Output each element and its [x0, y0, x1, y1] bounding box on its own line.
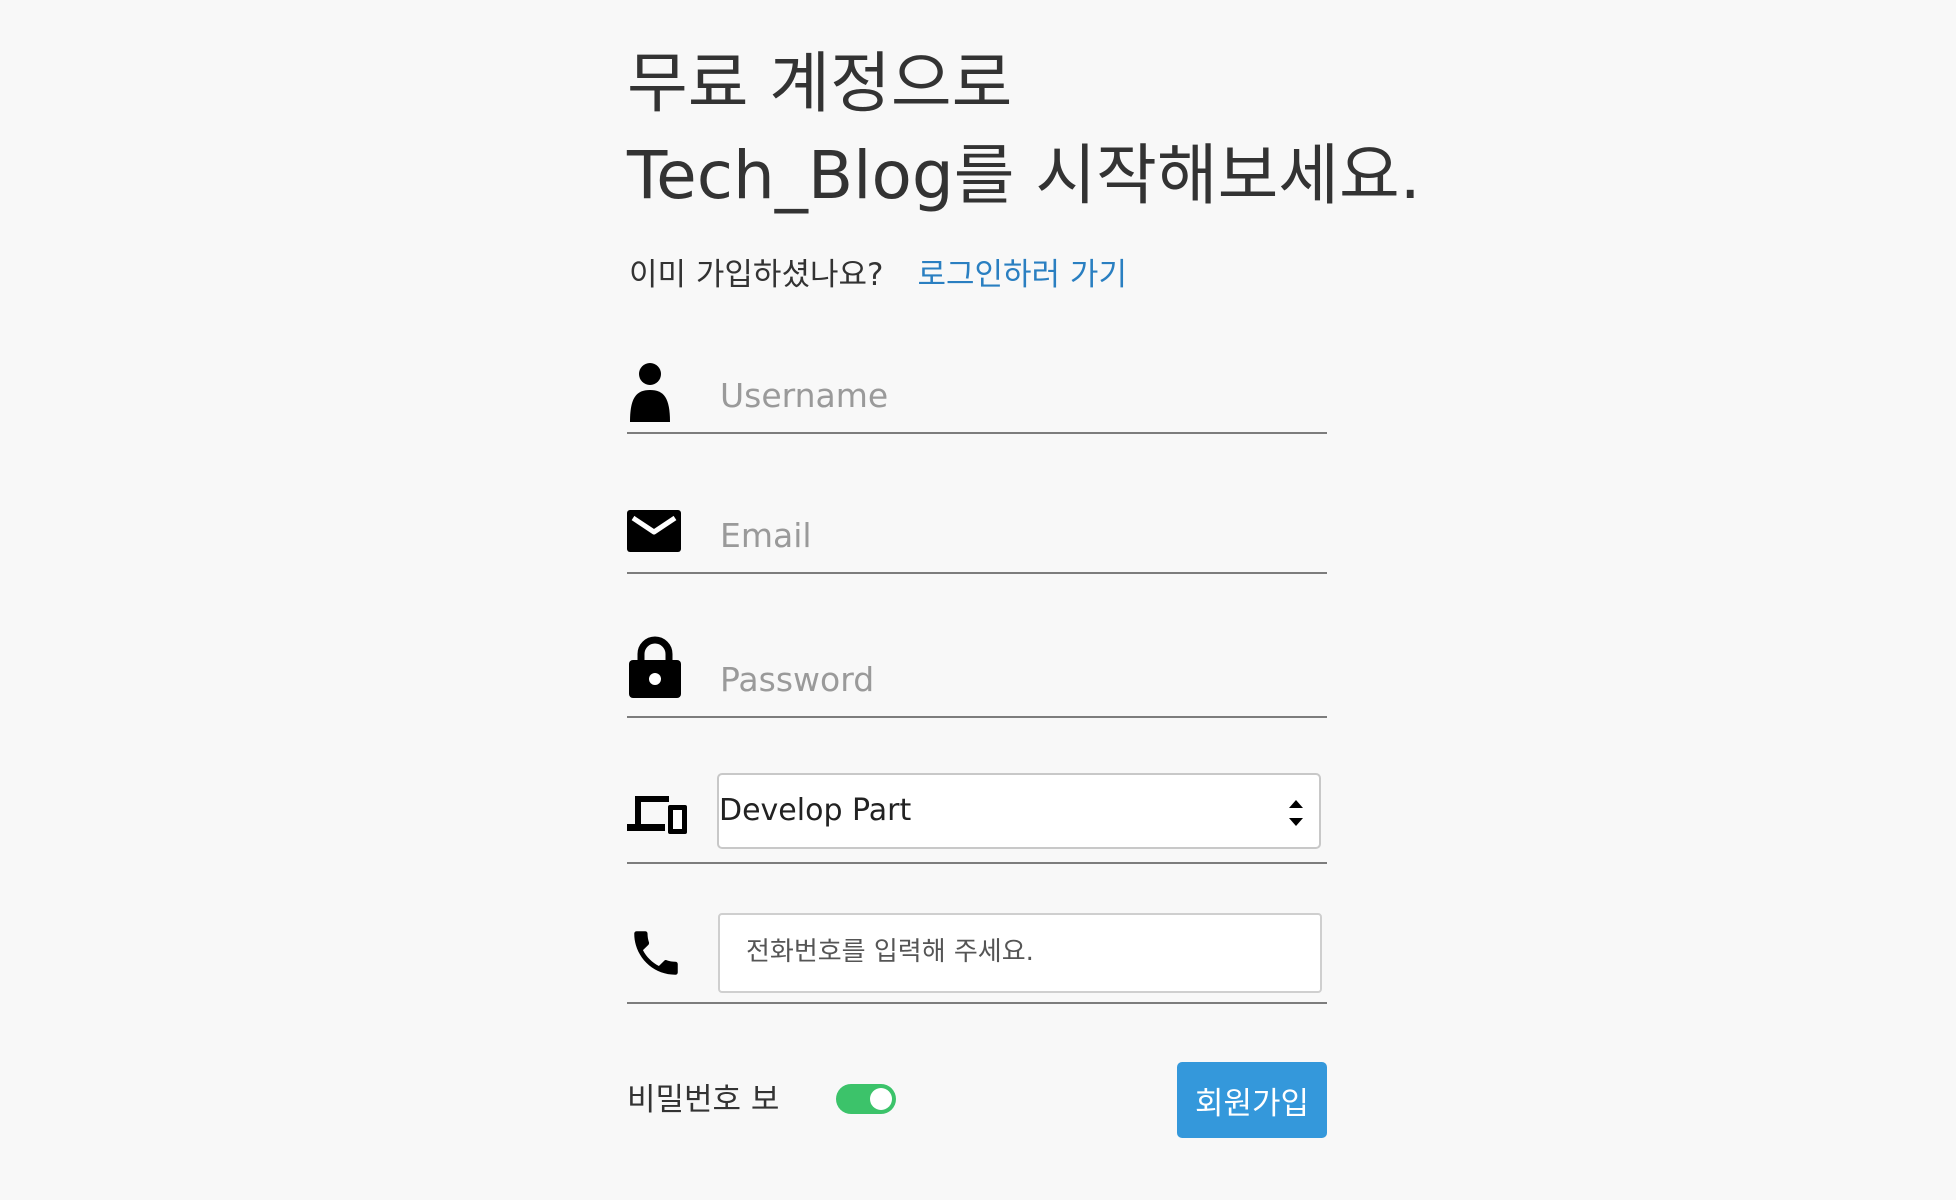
phone-icon	[634, 931, 678, 975]
phone-input[interactable]	[746, 929, 1306, 975]
username-input[interactable]	[720, 370, 1320, 420]
part-select[interactable]: Develop Part	[717, 773, 1321, 849]
email-field	[627, 480, 1327, 574]
login-question: 이미 가입하셨나요?	[629, 257, 884, 293]
email-input[interactable]	[720, 510, 1320, 560]
login-prompt: 이미 가입하셨나요? 로그인하러 가기	[629, 252, 1127, 298]
select-arrows-icon	[1289, 800, 1303, 826]
lock-icon	[629, 636, 681, 698]
devices-icon	[627, 796, 687, 834]
show-password-label: 비밀번호 보	[627, 1082, 780, 1118]
envelope-icon	[627, 510, 681, 552]
title-line-2: Tech_Blog를 시작해보세요.	[627, 137, 1421, 214]
signup-button[interactable]: 회원가입	[1177, 1062, 1327, 1138]
password-input[interactable]	[720, 654, 1320, 704]
part-select-value: Develop Part	[719, 793, 912, 828]
password-field	[627, 620, 1327, 718]
part-field: Develop Part	[627, 770, 1327, 864]
phone-input-box	[718, 913, 1322, 993]
title-line-1: 무료 계정으로	[627, 45, 1013, 122]
page-title: 무료 계정으로 Tech_Blog를 시작해보세요.	[627, 38, 1421, 222]
username-field	[627, 340, 1327, 434]
toggle-knob	[870, 1088, 892, 1110]
user-icon	[630, 363, 670, 422]
phone-field	[627, 910, 1327, 1004]
form-footer: 비밀번호 보 회원가입	[627, 1060, 1327, 1140]
signup-form: 무료 계정으로 Tech_Blog를 시작해보세요. 이미 가입하셨나요? 로그인…	[627, 0, 1421, 1200]
login-link[interactable]: 로그인하러 가기	[917, 257, 1127, 293]
show-password-toggle[interactable]	[836, 1084, 896, 1114]
